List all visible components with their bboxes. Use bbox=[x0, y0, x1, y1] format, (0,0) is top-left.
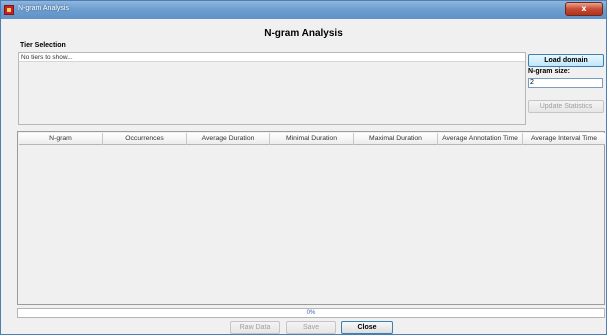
column-header-average-annotation-time[interactable]: Average Annotation Time bbox=[438, 133, 523, 145]
update-statistics-button[interactable]: Update Statistics bbox=[528, 100, 604, 113]
ngram-analysis-window: N-gram Analysis x N-gram Analysis Tier S… bbox=[0, 0, 607, 335]
window-title: N-gram Analysis bbox=[18, 5, 69, 12]
column-header-maximal-duration[interactable]: Maximal Duration bbox=[354, 133, 438, 145]
close-button[interactable]: Close bbox=[341, 321, 393, 334]
column-header-minimal-duration[interactable]: Minimal Duration bbox=[270, 133, 354, 145]
table-header: N-gram Occurrences Average Duration Mini… bbox=[19, 133, 605, 145]
ngram-results-table[interactable]: N-gram Occurrences Average Duration Mini… bbox=[17, 131, 605, 305]
close-icon: x bbox=[581, 4, 587, 13]
tier-list-item[interactable]: No tiers to show... bbox=[19, 53, 525, 62]
ngram-size-label: N-gram size: bbox=[528, 68, 571, 75]
app-icon bbox=[4, 5, 14, 15]
window-close-button[interactable]: x bbox=[565, 2, 603, 16]
progress-bar: 0% bbox=[17, 308, 605, 318]
load-domain-button[interactable]: Load domain bbox=[528, 54, 604, 67]
tier-selection-label: Tier Selection bbox=[20, 42, 66, 49]
ngram-size-input[interactable]: 2 bbox=[528, 78, 603, 88]
column-header-average-interval-time[interactable]: Average Interval Time bbox=[523, 133, 605, 145]
raw-data-button[interactable]: Raw Data bbox=[230, 321, 280, 334]
tier-empty-text: No tiers to show... bbox=[21, 54, 73, 61]
column-header-average-duration[interactable]: Average Duration bbox=[187, 133, 270, 145]
tier-selection-list[interactable]: No tiers to show... bbox=[18, 52, 526, 125]
title-bar[interactable]: N-gram Analysis x bbox=[1, 1, 606, 19]
column-header-occurrences[interactable]: Occurrences bbox=[103, 133, 187, 145]
save-button[interactable]: Save bbox=[286, 321, 336, 334]
dialog-heading: N-gram Analysis bbox=[264, 28, 343, 39]
column-header-ngram[interactable]: N-gram bbox=[19, 133, 103, 145]
progress-label: 0% bbox=[306, 310, 316, 316]
